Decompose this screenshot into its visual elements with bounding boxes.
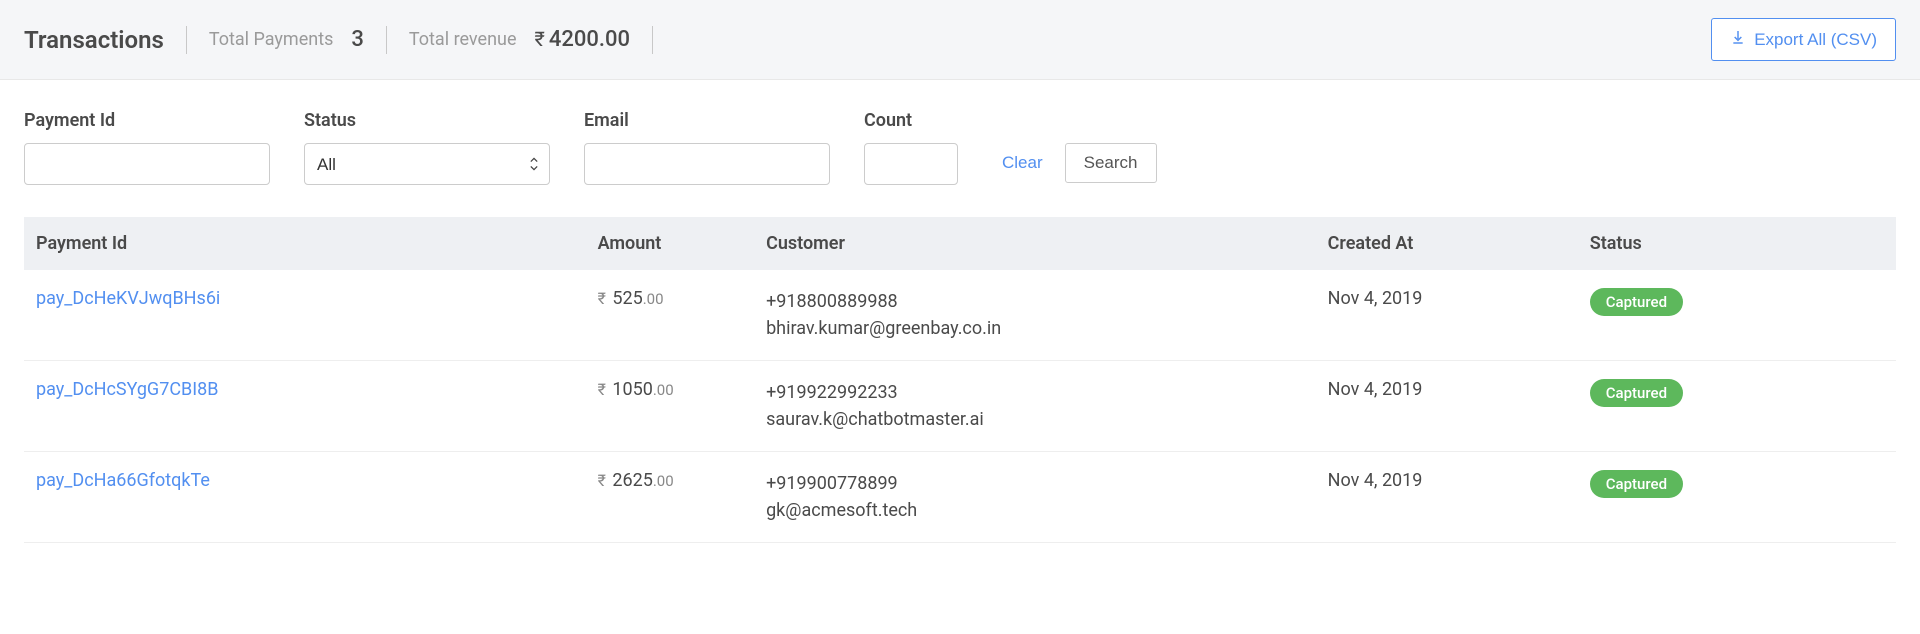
divider <box>186 26 187 54</box>
status-select[interactable]: All <box>304 143 550 185</box>
customer-phone: +919922992233 <box>766 379 1304 406</box>
customer-phone: +918800889988 <box>766 288 1304 315</box>
amount-dec: .00 <box>653 472 674 490</box>
payment-id-link[interactable]: pay_DcHa66GfotqkTe <box>36 470 210 491</box>
customer-email: saurav.k@chatbotmaster.ai <box>766 406 1304 433</box>
payment-id-link[interactable]: pay_DcHeKVJwqBHs6i <box>36 288 220 309</box>
currency-symbol: ₹ <box>598 471 606 490</box>
payment-id-input[interactable] <box>24 143 270 185</box>
search-button[interactable]: Search <box>1065 143 1157 183</box>
customer-email: bhirav.kumar@greenbay.co.in <box>766 315 1304 342</box>
email-input[interactable] <box>584 143 830 185</box>
table-row: pay_DcHa66GfotqkTe ₹ 2625.00 +9199007788… <box>24 452 1896 543</box>
download-icon <box>1730 29 1746 50</box>
status-cell: Captured <box>1578 452 1896 543</box>
status-badge: Captured <box>1590 288 1683 316</box>
table-row: pay_DcHcSYgG7CBI8B ₹ 1050.00 +9199229922… <box>24 361 1896 452</box>
customer-phone: +919900778899 <box>766 470 1304 497</box>
payment-id-link[interactable]: pay_DcHcSYgG7CBI8B <box>36 379 218 400</box>
amount-int: 1050 <box>612 379 652 400</box>
count-label: Count <box>864 110 958 131</box>
status-cell: Captured <box>1578 270 1896 361</box>
filter-status: Status All <box>304 110 550 185</box>
filter-count: Count <box>864 110 958 185</box>
col-header-created-at: Created At <box>1316 217 1578 270</box>
revenue-dec: .00 <box>599 27 630 52</box>
customer-cell: +919900778899 gk@acmesoft.tech <box>754 452 1316 543</box>
divider <box>652 26 653 54</box>
customer-cell: +919922992233 saurav.k@chatbotmaster.ai <box>754 361 1316 452</box>
payment-id-label: Payment Id <box>24 110 270 131</box>
currency-symbol: ₹ <box>598 380 606 399</box>
col-header-status: Status <box>1578 217 1896 270</box>
clear-button[interactable]: Clear <box>992 145 1053 181</box>
col-header-customer: Customer <box>754 217 1316 270</box>
table-row: pay_DcHeKVJwqBHs6i ₹ 525.00 +91880088998… <box>24 270 1896 361</box>
filter-email: Email <box>584 110 830 185</box>
table-header-row: Payment Id Amount Customer Created At St… <box>24 217 1896 270</box>
total-revenue-label: Total revenue <box>409 29 517 50</box>
transactions-table: Payment Id Amount Customer Created At St… <box>24 217 1896 543</box>
divider <box>386 26 387 54</box>
amount-dec: .00 <box>643 290 664 308</box>
status-label: Status <box>304 110 550 131</box>
created-at-cell: Nov 4, 2019 <box>1316 361 1578 452</box>
col-header-amount: Amount <box>586 217 754 270</box>
total-payments-label: Total Payments <box>209 29 334 50</box>
filter-payment-id: Payment Id <box>24 110 270 185</box>
currency-symbol: ₹ <box>598 289 606 308</box>
currency-symbol: ₹ <box>534 27 544 51</box>
status-cell: Captured <box>1578 361 1896 452</box>
export-all-button[interactable]: Export All (CSV) <box>1711 18 1896 61</box>
created-at-cell: Nov 4, 2019 <box>1316 270 1578 361</box>
amount-int: 525 <box>612 288 642 309</box>
status-badge: Captured <box>1590 470 1683 498</box>
page-title: Transactions <box>24 26 164 54</box>
amount-cell: ₹ 2625.00 <box>586 452 754 543</box>
customer-email: gk@acmesoft.tech <box>766 497 1304 524</box>
total-payments-value: 3 <box>351 27 364 52</box>
page-header: Transactions Total Payments 3 Total reve… <box>0 0 1920 80</box>
created-at-cell: Nov 4, 2019 <box>1316 452 1578 543</box>
total-revenue-value: ₹4200.00 <box>534 27 629 52</box>
amount-cell: ₹ 525.00 <box>586 270 754 361</box>
customer-cell: +918800889988 bhirav.kumar@greenbay.co.i… <box>754 270 1316 361</box>
email-label: Email <box>584 110 830 131</box>
filters-row: Payment Id Status All Email Count Clear … <box>0 80 1920 209</box>
col-header-payment-id: Payment Id <box>24 217 586 270</box>
amount-int: 2625 <box>612 470 652 491</box>
amount-cell: ₹ 1050.00 <box>586 361 754 452</box>
revenue-int: 4200 <box>549 27 599 52</box>
export-label: Export All (CSV) <box>1754 30 1877 50</box>
count-input[interactable] <box>864 143 958 185</box>
status-badge: Captured <box>1590 379 1683 407</box>
amount-dec: .00 <box>653 381 674 399</box>
filter-actions: Clear Search <box>992 143 1157 185</box>
header-left: Transactions Total Payments 3 Total reve… <box>24 26 675 54</box>
